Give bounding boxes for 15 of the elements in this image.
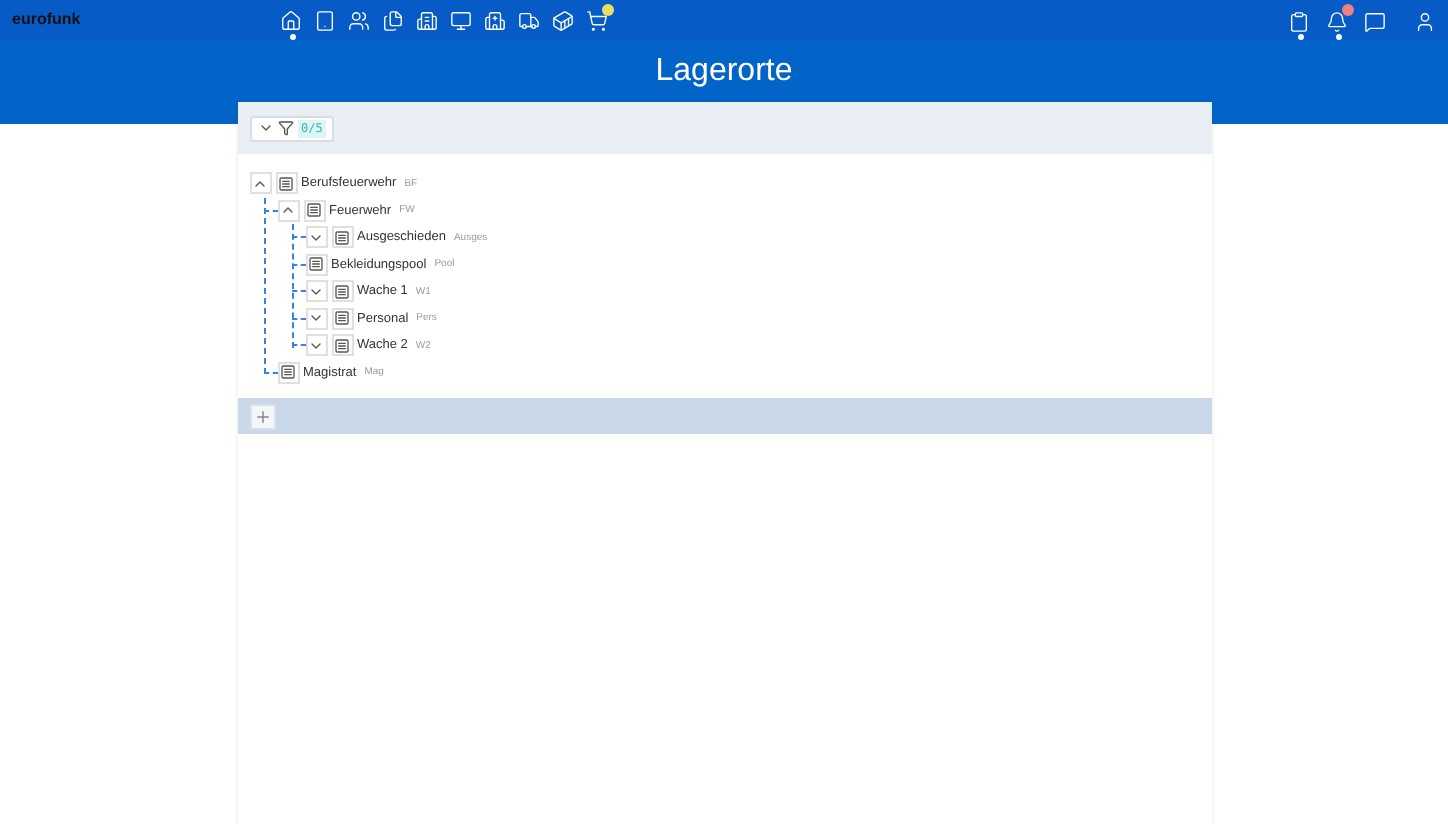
page-title: Lagerorte (655, 54, 793, 90)
chevron-down-icon (257, 120, 273, 136)
plus-icon (253, 407, 271, 425)
nav-icon[interactable] (348, 9, 370, 31)
nav-icon[interactable] (382, 9, 404, 31)
nav-icon[interactable] (450, 9, 472, 31)
nav-icon[interactable] (552, 9, 574, 31)
nav-icon[interactable] (314, 9, 336, 31)
user-icon[interactable] (1414, 9, 1436, 31)
nav-icon[interactable] (484, 9, 506, 31)
chat-icon[interactable] (1364, 9, 1386, 31)
filter-icon (277, 120, 293, 136)
cart-icon[interactable] (586, 9, 608, 31)
nav-icon[interactable] (518, 9, 540, 31)
nav-icon[interactable] (416, 9, 438, 31)
